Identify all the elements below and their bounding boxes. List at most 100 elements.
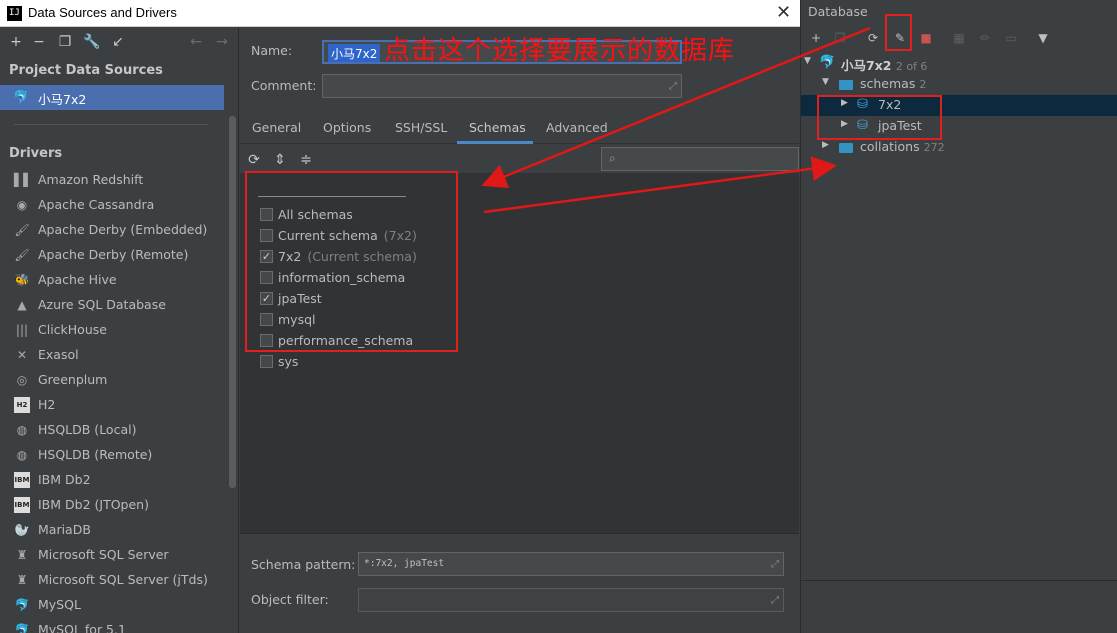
expand-icon[interactable]: ⤢: [771, 595, 779, 606]
object-filter-label: Object filter:: [251, 592, 329, 607]
driver-item[interactable]: ◉ Apache Cassandra: [0, 193, 228, 218]
plus-icon[interactable]: +: [808, 30, 824, 46]
driver-item[interactable]: ||| ClickHouse: [0, 318, 228, 343]
derby-icon: 🖌: [14, 248, 30, 262]
expand-arrow-icon[interactable]: ▶: [822, 140, 829, 150]
refresh-icon[interactable]: ⟳: [245, 151, 263, 169]
minus-icon[interactable]: −: [30, 33, 48, 51]
settings-tabs: General Options SSH/SSL Schemas Advanced: [240, 114, 799, 144]
edit-icon[interactable]: ✏: [977, 30, 993, 46]
tab-schemas[interactable]: Schemas: [469, 120, 526, 135]
driver-label: Microsoft SQL Server: [38, 547, 169, 562]
expand-icon[interactable]: ⤢: [669, 81, 677, 92]
mysql-icon: 🐬: [13, 89, 29, 104]
database-title: Database: [808, 4, 868, 19]
tree-schemas-node[interactable]: ▼ schemas 2: [801, 74, 1117, 95]
driver-item[interactable]: ✕ Exasol: [0, 343, 228, 368]
console-icon[interactable]: ▭: [1003, 30, 1019, 46]
derby-icon: 🖌: [14, 223, 30, 237]
driver-label: MariaDB: [38, 522, 91, 537]
schema-label: sys: [278, 354, 299, 369]
back-icon[interactable]: ←: [187, 33, 205, 51]
collations-node-label: collations 272: [860, 139, 945, 154]
forward-icon[interactable]: →: [213, 33, 231, 51]
driver-item[interactable]: 🖌 Apache Derby (Remote): [0, 243, 228, 268]
drivers-heading: Drivers: [9, 146, 63, 161]
driver-label: Apache Cassandra: [38, 197, 155, 212]
schema-pattern-value: *:7x2, jpaTest: [364, 558, 445, 569]
stop-icon[interactable]: ■: [918, 30, 934, 46]
driver-item[interactable]: 🐬 MySQL: [0, 593, 228, 618]
annotation-highlight-box: [817, 95, 942, 140]
driver-label: Amazon Redshift: [38, 172, 144, 187]
driver-item[interactable]: ◍ HSQLDB (Local): [0, 418, 228, 443]
close-icon[interactable]: ✕: [776, 2, 791, 23]
divider: [14, 124, 208, 125]
left-scrollbar[interactable]: [229, 116, 236, 488]
driver-item[interactable]: 🐝 Apache Hive: [0, 268, 228, 293]
duplicate-icon[interactable]: ❐: [56, 33, 74, 51]
tree-collations-node[interactable]: ▶ collations 272: [801, 137, 1117, 158]
collapse-arrow-icon[interactable]: ▼: [822, 77, 829, 87]
checkbox[interactable]: [260, 355, 273, 368]
plus-icon[interactable]: +: [7, 33, 25, 51]
wrench-icon[interactable]: 🔧: [83, 33, 101, 51]
driver-item[interactable]: ◎ Greenplum: [0, 368, 228, 393]
data-source-item[interactable]: 🐬 小马7x2: [0, 85, 224, 110]
driver-item[interactable]: 🦭 MariaDB: [0, 518, 228, 543]
collapse-arrow-icon[interactable]: ▼: [804, 56, 811, 66]
import-icon[interactable]: ↙: [109, 33, 127, 51]
driver-label: Greenplum: [38, 372, 108, 387]
expand-icon[interactable]: ⤢: [771, 559, 779, 570]
comment-field[interactable]: ⤢: [322, 74, 682, 98]
driver-item[interactable]: IBM IBM Db2 (JTOpen): [0, 493, 228, 518]
tab-options[interactable]: Options: [323, 120, 371, 135]
driver-item[interactable]: ▲ Azure SQL Database: [0, 293, 228, 318]
annotation-highlight-box: [245, 171, 458, 352]
table-icon[interactable]: ▦: [951, 30, 967, 46]
driver-label: H2: [38, 397, 56, 412]
azure-icon: ▲: [17, 298, 27, 312]
hsqldb-icon: ◍: [16, 448, 28, 462]
object-filter-field[interactable]: ⤢: [358, 588, 784, 612]
filter-icon[interactable]: ▼: [1035, 30, 1051, 46]
expand-all-icon[interactable]: ⇕: [271, 151, 289, 169]
comment-label: Comment:: [251, 78, 317, 93]
dialog-titlebar: IJ Data Sources and Drivers ✕: [0, 0, 800, 27]
schema-search-input[interactable]: ⌕: [601, 147, 799, 171]
redshift-icon: ▌▌: [14, 173, 33, 187]
name-label: Name:: [251, 43, 293, 58]
driver-label: Exasol: [38, 347, 79, 362]
project-data-sources-heading: Project Data Sources: [9, 63, 163, 78]
folder-icon: [839, 80, 853, 90]
collapse-all-icon[interactable]: ≑: [297, 151, 315, 169]
ibm-db2-icon: IBM: [14, 472, 30, 488]
divider: [240, 533, 799, 534]
tab-advanced[interactable]: Advanced: [546, 120, 608, 135]
driver-item[interactable]: ◍ HSQLDB (Remote): [0, 443, 228, 468]
refresh-icon[interactable]: ⟳: [865, 30, 881, 46]
mssql-icon: ♜: [16, 573, 28, 587]
driver-label: Apache Derby (Embedded): [38, 222, 208, 237]
tree-root-datasource[interactable]: ▼ 🐬 小马7x2 2 of 6: [801, 53, 1117, 74]
schema-pattern-field[interactable]: *:7x2, jpaTest ⤢: [358, 552, 784, 576]
driver-item[interactable]: IBM IBM Db2: [0, 468, 228, 493]
driver-label: Apache Derby (Remote): [38, 247, 189, 262]
driver-item[interactable]: 🐬 MySQL for 5.1: [0, 618, 228, 633]
driver-item[interactable]: H2 H2: [0, 393, 228, 418]
mariadb-icon: 🦭: [14, 523, 30, 537]
mysql-icon: 🐬: [14, 598, 30, 612]
duplicate-icon[interactable]: ❐: [832, 30, 848, 46]
tab-ssh-ssl[interactable]: SSH/SSL: [395, 120, 447, 135]
driver-item[interactable]: ♜ Microsoft SQL Server: [0, 543, 228, 568]
driver-label: IBM Db2 (JTOpen): [38, 497, 149, 512]
driver-label: ClickHouse: [38, 322, 107, 337]
driver-item[interactable]: 🖌 Apache Derby (Embedded): [0, 218, 228, 243]
annotation-highlight-box: [885, 14, 912, 51]
driver-item[interactable]: ▌▌ Amazon Redshift: [0, 168, 228, 193]
schema-checkbox-row[interactable]: sys: [260, 352, 560, 373]
database-toolbar: + ❐ ⟳ ✎ ■ ▦ ✏ ▭ ▼: [801, 26, 1117, 50]
tab-general[interactable]: General: [252, 120, 301, 135]
mysql-icon: 🐬: [819, 55, 836, 70]
driver-item[interactable]: ♜ Microsoft SQL Server (jTds): [0, 568, 228, 593]
